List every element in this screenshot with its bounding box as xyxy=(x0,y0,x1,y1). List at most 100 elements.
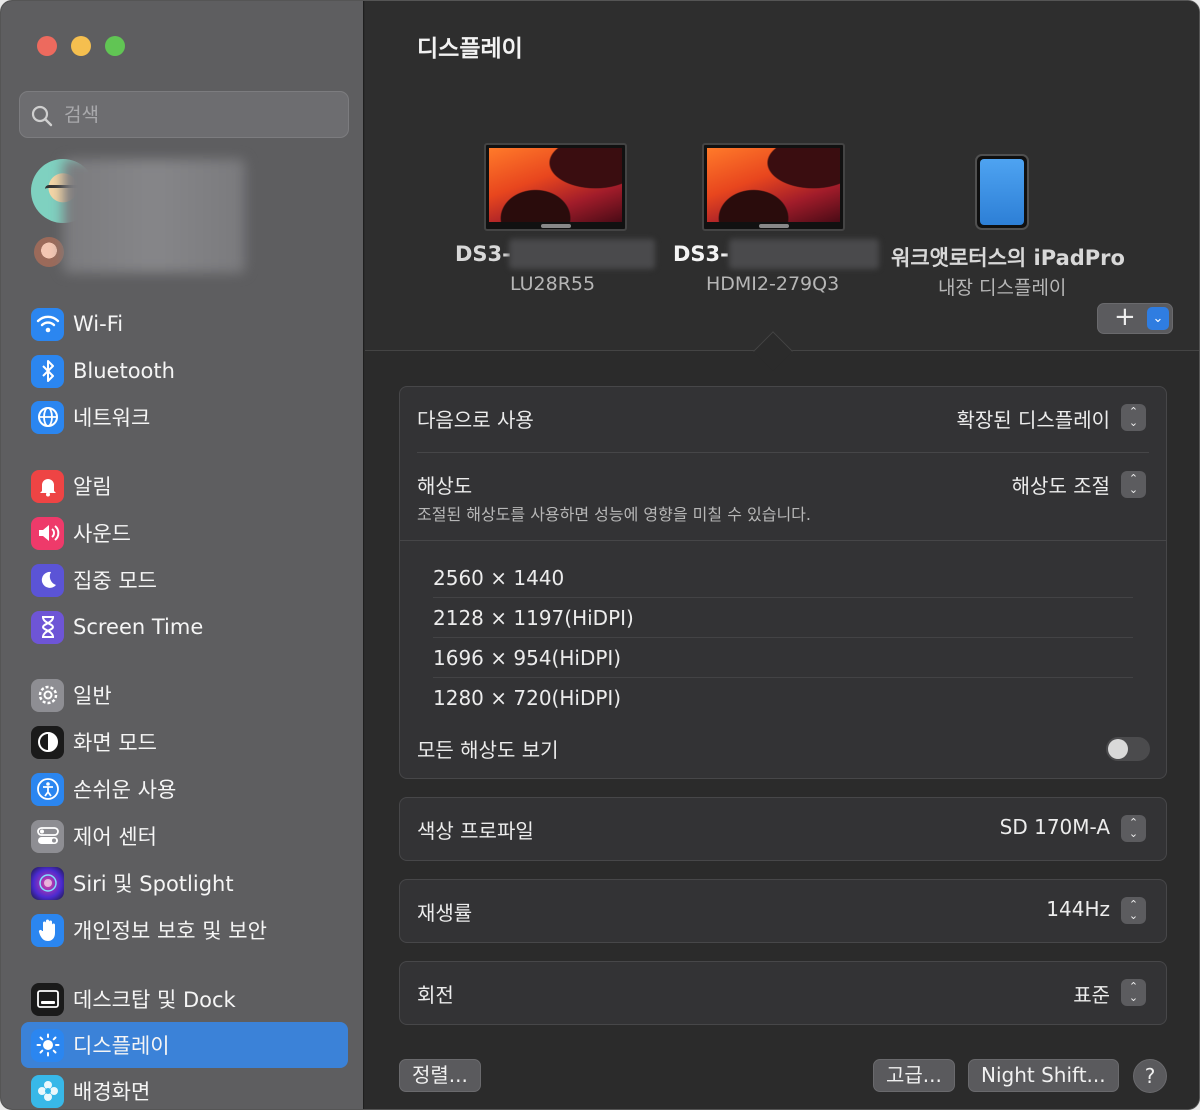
display-3-subtitle: 내장 디스플레이 xyxy=(938,277,1067,299)
main-pane: 디스플레이 DS3- LU28R55 DS3- HDMI2-279Q3 워크앳로… xyxy=(365,1,1199,1109)
sidebar-item-control-center[interactable]: 제어 센터 xyxy=(21,813,348,859)
refresh-rate-card: 재생률 144Hz ⌃ ⌄ xyxy=(399,879,1167,943)
minimize-button[interactable] xyxy=(71,36,91,56)
control-center-icon xyxy=(31,819,64,853)
search-input[interactable] xyxy=(64,100,334,130)
color-profile-value[interactable]: SD 170M-A xyxy=(1000,815,1110,839)
add-display-button[interactable]: + ⌄ xyxy=(1097,302,1173,334)
sidebar-item-network[interactable]: 네트워크 xyxy=(21,394,348,440)
rotation-label: 회전 xyxy=(417,983,454,1007)
bluetooth-icon xyxy=(31,354,64,388)
zoom-button[interactable] xyxy=(105,36,125,56)
sidebar-item-label: Screen Time xyxy=(73,615,204,639)
sidebar-item-privacy-security[interactable]: 개인정보 보호 및 보안 xyxy=(21,907,348,953)
use-as-stepper[interactable]: ⌃ ⌄ xyxy=(1121,404,1146,431)
family-avatar[interactable] xyxy=(34,237,64,267)
resolution-option[interactable]: 1696 × 954(HiDPI) xyxy=(433,646,621,670)
sidebar-item-label: Wi-Fi xyxy=(73,312,124,336)
divider xyxy=(417,452,1149,453)
display-thumbnail-1[interactable] xyxy=(484,143,627,231)
divider xyxy=(433,637,1133,638)
sidebar-item-label: 배경화면 xyxy=(73,1080,151,1104)
advanced-button[interactable]: 고급... xyxy=(873,1059,955,1092)
hand-icon xyxy=(31,913,64,947)
display-2-model: HDMI2-279Q3 xyxy=(706,273,840,295)
sidebar-item-focus[interactable]: 집중 모드 xyxy=(21,557,348,603)
toggle-knob xyxy=(1108,739,1128,759)
sidebar-item-desktop-dock[interactable]: 데스크탑 및 Dock xyxy=(21,976,348,1022)
sidebar-item-sound[interactable]: 사운드 xyxy=(21,510,348,556)
resolution-label: 해상도 xyxy=(417,474,473,498)
display-thumbnail-2[interactable] xyxy=(702,143,845,231)
sun-icon xyxy=(31,1028,64,1062)
redacted-account-info xyxy=(63,159,245,273)
resolution-value[interactable]: 해상도 조절 xyxy=(1012,470,1110,499)
sidebar-item-label: 네트워크 xyxy=(73,406,151,430)
display-3-name: 워크앳로터스의 iPadPro xyxy=(891,246,1125,270)
sidebar-item-wifi[interactable]: Wi-Fi xyxy=(21,301,348,347)
settings-window: Wi-Fi Bluetooth 네트워크 알림 사운드 xyxy=(0,0,1200,1110)
color-profile-label: 색상 프로파일 xyxy=(417,819,534,843)
resolution-option[interactable]: 2560 × 1440 xyxy=(433,566,564,590)
appearance-icon xyxy=(31,725,64,759)
show-all-resolutions-label: 모든 해상도 보기 xyxy=(417,738,559,762)
arrange-button[interactable]: 정렬... xyxy=(399,1059,481,1092)
hourglass-icon xyxy=(31,610,64,644)
chevron-down-icon[interactable]: ⌄ xyxy=(1147,307,1169,330)
gear-icon xyxy=(31,678,64,712)
speaker-icon xyxy=(31,516,64,550)
accessibility-icon xyxy=(31,772,64,806)
show-all-resolutions-toggle[interactable] xyxy=(1106,737,1150,761)
divider xyxy=(433,597,1133,598)
display-settings-card: 다음으로 사용 확장된 디스플레이 ⌃ ⌄ 해상도 해상도 조절 ⌃ ⌄ 조절된 해… xyxy=(399,386,1167,779)
monitor-stand xyxy=(540,224,571,228)
sidebar: Wi-Fi Bluetooth 네트워크 알림 사운드 xyxy=(1,1,364,1109)
resolution-stepper[interactable]: ⌃ ⌄ xyxy=(1121,471,1146,498)
rotation-value[interactable]: 표준 xyxy=(1073,979,1110,1008)
sidebar-item-label: 데스크탑 및 Dock xyxy=(73,988,236,1012)
siri-icon xyxy=(31,866,64,900)
ipad-thumbnail[interactable] xyxy=(975,154,1029,230)
sidebar-item-screen-time[interactable]: Screen Time xyxy=(21,604,348,650)
refresh-rate-stepper[interactable]: ⌃ ⌄ xyxy=(1121,897,1146,924)
sidebar-item-general[interactable]: 일반 xyxy=(21,672,348,718)
refresh-rate-label: 재생률 xyxy=(417,901,473,925)
sidebar-item-appearance[interactable]: 화면 모드 xyxy=(21,719,348,765)
wallpaper-preview xyxy=(707,148,840,222)
use-as-value[interactable]: 확장된 디스플레이 xyxy=(956,404,1110,433)
plus-icon: + xyxy=(1114,302,1136,332)
divider xyxy=(400,540,1166,541)
sidebar-item-label: 개인정보 보호 및 보안 xyxy=(73,919,267,943)
sidebar-item-notifications[interactable]: 알림 xyxy=(21,463,348,509)
redacted-display-name xyxy=(509,239,655,269)
sidebar-item-label: 일반 xyxy=(73,684,112,708)
display-1-model: LU28R55 xyxy=(510,273,596,295)
close-button[interactable] xyxy=(37,36,57,56)
refresh-rate-value[interactable]: 144Hz xyxy=(1046,897,1110,921)
sidebar-item-accessibility[interactable]: 손쉬운 사용 xyxy=(21,766,348,812)
resolution-option[interactable]: 2128 × 1197(HiDPI) xyxy=(433,606,634,630)
resolution-option[interactable]: 1280 × 720(HiDPI) xyxy=(433,686,621,710)
rotation-card: 회전 표준 ⌃ ⌄ xyxy=(399,961,1167,1025)
color-profile-card: 색상 프로파일 SD 170M-A ⌃ ⌄ xyxy=(399,797,1167,861)
search-field[interactable] xyxy=(19,91,349,138)
help-button[interactable]: ? xyxy=(1133,1059,1167,1093)
sidebar-item-label: 사운드 xyxy=(73,522,131,546)
search-icon xyxy=(31,105,53,127)
night-shift-button[interactable]: Night Shift... xyxy=(968,1059,1119,1092)
display-2-name: DS3- xyxy=(673,242,729,266)
sidebar-item-siri-spotlight[interactable]: Siri 및 Spotlight xyxy=(21,860,348,906)
sidebar-item-label: 디스플레이 xyxy=(73,1034,170,1058)
page-title: 디스플레이 xyxy=(417,36,523,62)
sidebar-item-bluetooth[interactable]: Bluetooth xyxy=(21,348,348,394)
bell-icon xyxy=(31,469,64,503)
sidebar-item-displays[interactable]: 디스플레이 xyxy=(21,1022,348,1068)
rotation-stepper[interactable]: ⌃ ⌄ xyxy=(1121,979,1146,1006)
wallpaper-preview xyxy=(489,148,622,222)
monitor-stand xyxy=(758,224,789,228)
flower-icon xyxy=(31,1074,64,1108)
sidebar-item-wallpaper[interactable]: 배경화면 xyxy=(21,1068,348,1109)
sidebar-item-label: Siri 및 Spotlight xyxy=(73,872,234,896)
wifi-icon xyxy=(31,307,64,341)
color-profile-stepper[interactable]: ⌃ ⌄ xyxy=(1121,815,1146,842)
